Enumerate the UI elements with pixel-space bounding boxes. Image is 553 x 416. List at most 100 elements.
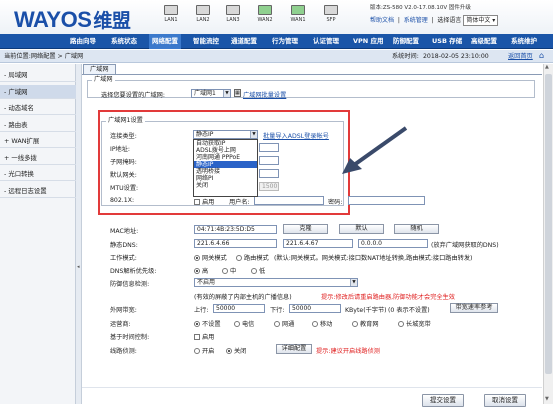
nav-item[interactable]: 防御配置 (390, 34, 422, 49)
default-mac-button[interactable]: 默认 (339, 224, 384, 234)
submit-button[interactable]: 提交设置 (422, 394, 464, 407)
ethernet-port-icon (196, 5, 210, 15)
sidebar-splitter[interactable]: ◂ (76, 64, 82, 404)
mac-input[interactable]: 04:71:4B:23:5D:D5 (194, 225, 277, 234)
time-control-enable[interactable]: 启用 (194, 332, 214, 341)
port-lan2: LAN2 (192, 5, 214, 23)
language-select[interactable]: 简体中文 ▾ (463, 15, 499, 26)
scroll-up-icon[interactable]: ▲ (545, 64, 549, 70)
import-adsl-link[interactable]: 批量导入ADSL登录帐号 (263, 131, 329, 140)
mode-route[interactable]: 路由模式 (236, 253, 269, 262)
line-check-on[interactable]: 开启 (194, 346, 214, 355)
ip-input[interactable] (259, 143, 279, 152)
conn-type-option[interactable]: 自动获取IP (194, 140, 257, 147)
x8021-enable[interactable]: 启用 (194, 197, 214, 206)
cancel-button[interactable]: 取消设置 (484, 394, 526, 407)
isp-option[interactable]: 网通 (274, 319, 294, 328)
tab-wan[interactable]: 广域网 (83, 64, 116, 74)
dns1-input[interactable]: 221.6.4.66 (194, 239, 277, 248)
page-scrollbar[interactable]: ▲ ▼ (543, 64, 553, 404)
nav-item[interactable]: 认证管理 (310, 34, 342, 49)
radio-icon[interactable] (194, 321, 200, 327)
bandwidth-reference-button[interactable]: 带宽速率参考 (450, 303, 498, 313)
conn-type-option[interactable]: ADSL拨号上网 (194, 147, 257, 154)
download-input[interactable]: 50000 (289, 304, 341, 313)
clone-mac-button[interactable]: 克隆 (283, 224, 328, 234)
radio-icon[interactable] (236, 255, 242, 261)
gateway-label: 默认网关: (110, 172, 137, 179)
conn-type-option[interactable]: 河南网通 PPPoE (194, 154, 257, 161)
sidebar-item[interactable]: - 路由表 (0, 118, 76, 132)
radio-icon[interactable] (194, 268, 200, 274)
isp-option[interactable]: 不设置 (194, 319, 221, 328)
conn-type-option[interactable]: 关闭 (194, 182, 257, 189)
sidebar-item[interactable]: + WAN扩展 (0, 134, 76, 148)
priority-high[interactable]: 高 (194, 266, 208, 275)
nav-item[interactable]: 通道配置 (228, 34, 260, 49)
nav-item[interactable]: 行为管理 (269, 34, 301, 49)
checkbox-icon[interactable] (194, 199, 200, 205)
random-mac-button[interactable]: 随机 (394, 224, 439, 234)
port-label: SFP (326, 17, 336, 23)
wan-select-label: 选择您要设置的广域网: (101, 92, 165, 99)
radio-icon[interactable] (251, 268, 257, 274)
radio-icon[interactable] (312, 321, 318, 327)
isp-option[interactable]: 移动 (312, 319, 332, 328)
nav-item[interactable]: 高级配置 (468, 34, 500, 49)
radio-icon[interactable] (352, 321, 358, 327)
scroll-thumb[interactable] (545, 74, 552, 374)
radio-icon[interactable] (274, 321, 280, 327)
nav-item[interactable]: 智能流控 (190, 34, 222, 49)
nav-item[interactable]: VPN 应用 (350, 34, 387, 49)
radio-icon[interactable] (194, 255, 200, 261)
priority-low[interactable]: 低 (251, 266, 265, 275)
radio-icon[interactable] (226, 348, 232, 354)
mtu-input[interactable]: 1500 (259, 182, 279, 191)
help-link[interactable]: 帮助文档 (370, 17, 394, 24)
sidebar-item[interactable]: + 一线多拨 (0, 151, 76, 165)
dns2-input[interactable]: 221.6.4.67 (283, 239, 353, 248)
isp-option[interactable]: 教育网 (352, 319, 379, 328)
nav-item[interactable]: 系统维护 (508, 34, 540, 49)
mask-input[interactable] (259, 156, 279, 165)
sidebar-item[interactable]: - 远程日志设置 (0, 184, 76, 198)
upload-input[interactable]: 50000 (213, 304, 265, 313)
username-input[interactable] (254, 196, 324, 205)
home-icon[interactable]: ⌂ (539, 49, 544, 62)
radio-icon[interactable] (194, 348, 200, 354)
mode-gateway[interactable]: 网关模式 (194, 253, 227, 262)
back-home-link[interactable]: 返回首页 (508, 50, 533, 63)
radio-icon[interactable] (398, 321, 404, 327)
nav-item[interactable]: 路由向导 (67, 34, 99, 49)
batch-settings-link[interactable]: 广域网批量设置 (243, 90, 286, 99)
password-input[interactable] (348, 196, 425, 205)
isp-option[interactable]: 长城宽带 (398, 319, 431, 328)
wan-select[interactable]: 广域网1 ▼ (191, 89, 231, 98)
gateway-input[interactable] (259, 169, 279, 178)
defense-select[interactable]: 不启用 ▼ (194, 278, 358, 287)
conn-type-option[interactable]: 透明桥接 (194, 168, 257, 175)
collapse-arrow-icon[interactable]: ◂ (77, 264, 80, 270)
priority-mid[interactable]: 中 (222, 266, 236, 275)
conn-type-dropdown[interactable]: 自动获取IP ADSL拨号上网 河南网通 PPPoE 静态IP 透明桥接 网络PI 关闭 (193, 139, 258, 197)
sidebar-item[interactable]: - 广域网 (0, 84, 76, 99)
line-check-off[interactable]: 关闭 (226, 346, 246, 355)
isp-option[interactable]: 电信 (234, 319, 254, 328)
nav-item[interactable]: USB 存储 (429, 34, 465, 49)
radio-icon[interactable] (234, 321, 240, 327)
conn-type-option[interactable]: 网络PI (194, 175, 257, 182)
sidebar-item[interactable]: - 光口转换 (0, 167, 76, 181)
line-check-detail-button[interactable]: 详细配置 (276, 344, 312, 354)
nav-item[interactable]: 网络配置 (149, 34, 181, 49)
conn-type-option[interactable]: 静态IP (194, 161, 257, 168)
checkbox-icon[interactable] (194, 334, 200, 340)
sidebar-item[interactable]: - 动态域名 (0, 101, 76, 115)
dns3-input[interactable]: 0.0.0.0 (358, 239, 428, 248)
radio-icon[interactable] (222, 268, 228, 274)
system-manage-link[interactable]: 系统管理 (404, 17, 428, 24)
sidebar-item[interactable]: - 局域网 (0, 68, 76, 82)
nav-item[interactable]: 系统状态 (108, 34, 140, 49)
conn-type-select[interactable]: 静态IP ▼ (193, 130, 258, 139)
scroll-down-icon[interactable]: ▼ (545, 396, 549, 402)
batch-icon[interactable]: ▦ (234, 89, 241, 97)
